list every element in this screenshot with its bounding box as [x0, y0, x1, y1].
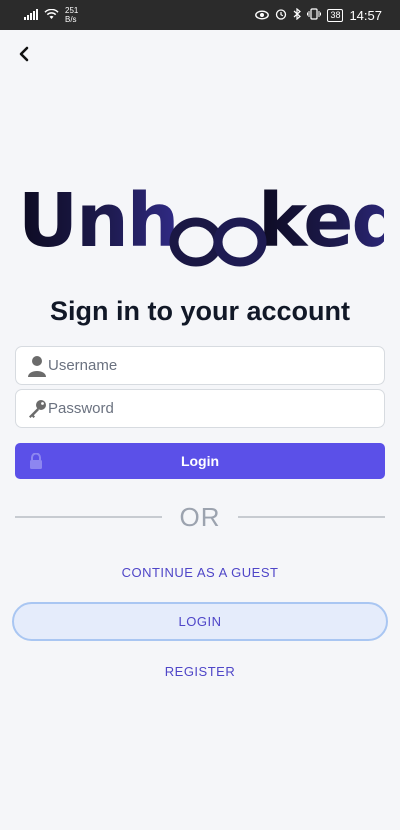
svg-text:ked: ked: [258, 180, 384, 264]
continue-as-guest-link[interactable]: CONTINUE AS A GUEST: [0, 565, 400, 580]
status-right: 38 14:57: [255, 7, 382, 23]
login-button-label: Login: [180, 453, 220, 469]
wifi-icon: [44, 8, 59, 23]
password-field[interactable]: [15, 389, 385, 428]
login-button[interactable]: Login: [15, 443, 385, 479]
or-divider: OR: [15, 500, 385, 534]
network-speed-value: 251: [65, 6, 79, 15]
divider-text: OR: [179, 501, 221, 532]
divider-line-left: [15, 516, 162, 518]
lock-icon: [29, 452, 43, 472]
divider-line-right: [238, 516, 385, 518]
network-speed: 251 B/s: [65, 6, 78, 24]
login-secondary-label: LOGIN: [178, 614, 222, 629]
network-speed-unit: B/s: [65, 15, 77, 24]
alarm-icon: [275, 8, 287, 23]
page-title: Sign in to your account: [49, 296, 350, 326]
key-icon: [26, 398, 48, 420]
vibrate-icon: [307, 7, 322, 23]
signal-icon: [24, 8, 38, 23]
status-left: 251 B/s: [24, 6, 78, 24]
status-bar: 251 B/s 38 14:57: [0, 0, 400, 30]
user-icon: [26, 355, 48, 377]
bluetooth-icon: [293, 7, 302, 23]
login-secondary-button[interactable]: LOGIN: [12, 602, 388, 641]
chevron-left-icon: [17, 45, 31, 68]
app-logo: Unh ked: [18, 178, 400, 272]
eye-icon: [255, 8, 270, 23]
svg-text:Unh: Unh: [18, 180, 177, 264]
password-input[interactable]: [48, 390, 368, 427]
status-time: 14:57: [349, 7, 382, 23]
username-field[interactable]: [15, 346, 385, 385]
username-input[interactable]: [48, 347, 368, 384]
back-button[interactable]: [12, 44, 36, 68]
battery-indicator: 38: [327, 8, 344, 22]
register-link[interactable]: REGISTER: [0, 664, 400, 679]
